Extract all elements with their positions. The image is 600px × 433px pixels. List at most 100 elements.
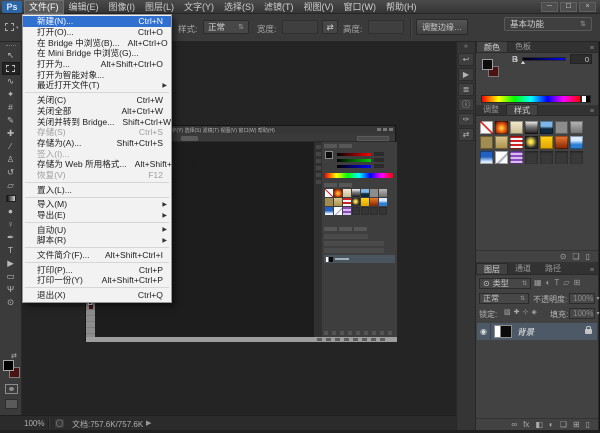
link-layers-icon[interactable]: ∞ bbox=[511, 421, 517, 429]
yellow-on-black[interactable] bbox=[525, 136, 538, 149]
khaki[interactable] bbox=[480, 136, 493, 149]
blue-white[interactable] bbox=[570, 136, 583, 149]
spectrum-bw-end[interactable] bbox=[581, 95, 591, 103]
滤镜(T)[interactable]: 滤镜(T) bbox=[259, 0, 299, 14]
置入(L)...[interactable]: 置入(L)... ▶ bbox=[23, 184, 171, 195]
layer-mask-icon[interactable]: ◧ bbox=[535, 421, 543, 429]
layer-thumbnail[interactable] bbox=[494, 325, 512, 338]
refine-edge-button[interactable]: 调整边缘… bbox=[416, 19, 468, 35]
layer-group-icon[interactable]: ❏ bbox=[560, 421, 567, 429]
path-selection-tool[interactable]: ▶ bbox=[2, 257, 20, 270]
style-swatch[interactable] bbox=[555, 151, 568, 164]
channel-value[interactable]: 0 bbox=[570, 54, 592, 64]
brush-tool[interactable]: ∕ bbox=[2, 140, 20, 153]
history-brush-tool[interactable]: ↺ bbox=[2, 166, 20, 179]
blue-sky[interactable] bbox=[540, 121, 553, 134]
collapse-dock-icon[interactable]: « bbox=[457, 42, 475, 51]
flat-gray[interactable] bbox=[555, 121, 568, 134]
tab-color[interactable]: 颜色 bbox=[476, 41, 508, 52]
move-tool[interactable]: ↖ bbox=[2, 49, 20, 62]
status-arrow-icon[interactable]: ▶ bbox=[146, 419, 151, 427]
opacity-input[interactable]: 100% ▾ bbox=[569, 293, 595, 304]
tan-gradient[interactable] bbox=[495, 136, 508, 149]
new-style-icon[interactable]: ❏ bbox=[572, 253, 579, 261]
lock-pixels-icon[interactable]: ✚ bbox=[514, 309, 520, 316]
quick-selection-tool[interactable]: ✦ bbox=[2, 88, 20, 101]
eyedropper-tool[interactable]: ✎ bbox=[2, 114, 20, 127]
properties-panel-icon[interactable]: ≣ bbox=[458, 83, 474, 96]
zoom-tool[interactable]: ⊙ bbox=[2, 296, 20, 309]
窗口(W)[interactable]: 窗口(W) bbox=[339, 0, 382, 14]
style-select[interactable]: 正常 ⇅ bbox=[203, 20, 249, 34]
panel-menu-icon[interactable]: ≡ bbox=[590, 108, 598, 115]
打印一份(Y)[interactable]: 打印一份(Y) Alt+Shift+Ctrl+P ▶ bbox=[23, 275, 171, 286]
panel-menu-icon[interactable]: ≡ bbox=[590, 267, 598, 274]
文件简介(F)...[interactable]: 文件简介(F)... Alt+Shift+Ctrl+I ▶ bbox=[23, 250, 171, 261]
type-tool[interactable]: T bbox=[2, 244, 20, 257]
brush-panel-icon[interactable]: ✑ bbox=[458, 113, 474, 126]
orange-texture[interactable] bbox=[555, 136, 568, 149]
blur-tool[interactable]: ● bbox=[2, 205, 20, 218]
color-spectrum-ramp[interactable] bbox=[481, 95, 581, 103]
导出(E)[interactable]: 导出(E) ▶ bbox=[23, 210, 171, 221]
none[interactable] bbox=[480, 121, 493, 134]
编辑(E)[interactable]: 编辑(E) bbox=[64, 0, 104, 14]
new-layer-icon[interactable]: ⊞ bbox=[573, 421, 580, 429]
tab-styles[interactable]: 样式 bbox=[506, 104, 538, 115]
white-diagonal[interactable] bbox=[495, 151, 508, 164]
slider-marker-icon[interactable] bbox=[521, 61, 525, 64]
tab-swatches[interactable]: 色板 bbox=[508, 41, 538, 52]
文字(Y)[interactable]: 文字(Y) bbox=[179, 0, 219, 14]
layer-effects-icon[interactable]: fx bbox=[523, 421, 529, 429]
lasso-tool[interactable]: ∿ bbox=[2, 75, 20, 88]
red-stripes[interactable] bbox=[510, 136, 523, 149]
delete-style-icon[interactable]: ▯ bbox=[586, 253, 590, 261]
screen-mode-button[interactable] bbox=[5, 399, 18, 409]
文件(F)[interactable]: 文件(F) bbox=[24, 0, 64, 14]
视图(V)[interactable]: 视图(V) bbox=[299, 0, 339, 14]
height-input[interactable] bbox=[368, 20, 404, 34]
style-swatch[interactable] bbox=[570, 151, 583, 164]
layer-row-background[interactable]: ◉ 背景 bbox=[477, 323, 597, 340]
clear-style-icon[interactable]: ⊙ bbox=[560, 253, 567, 261]
history-panel-icon[interactable]: ↩ bbox=[458, 53, 474, 66]
图层(L)[interactable]: 图层(L) bbox=[140, 0, 179, 14]
gray-bevel[interactable] bbox=[570, 121, 583, 134]
tab-channels[interactable]: 通道 bbox=[508, 263, 538, 274]
脚本(R)[interactable]: 脚本(R) ▶ bbox=[23, 235, 171, 246]
toolbar-grip[interactable] bbox=[6, 45, 16, 47]
actions-panel-icon[interactable]: ▶ bbox=[458, 68, 474, 81]
swap-colors-icon[interactable]: ⇄ bbox=[11, 352, 17, 360]
dark-gradient[interactable] bbox=[525, 121, 538, 134]
orange-glow[interactable] bbox=[495, 121, 508, 134]
filter-type-icon[interactable]: T bbox=[554, 279, 559, 287]
tab-paths[interactable]: 路径 bbox=[538, 263, 568, 274]
workspace-switcher[interactable]: 基本功能 ⇅ bbox=[504, 17, 592, 31]
选择(S)[interactable]: 选择(S) bbox=[219, 0, 259, 14]
close-button[interactable]: × bbox=[579, 2, 596, 12]
minimize-button[interactable]: ─ bbox=[541, 2, 558, 12]
tab-layers[interactable]: 图层 bbox=[476, 263, 508, 274]
filter-shape-icon[interactable]: ▱ bbox=[563, 279, 569, 287]
style-swatch[interactable] bbox=[525, 151, 538, 164]
yellow[interactable] bbox=[540, 136, 553, 149]
blue-horizon[interactable] bbox=[480, 151, 493, 164]
帮助(H)[interactable]: 帮助(H) bbox=[381, 0, 422, 14]
adjustment-layer-icon[interactable]: ◐ bbox=[549, 421, 554, 429]
tab-adjustments[interactable]: 调整 bbox=[476, 104, 506, 115]
clone-stamp-tool[interactable]: ♙ bbox=[2, 153, 20, 166]
width-input[interactable] bbox=[282, 20, 318, 34]
tool-presets-panel-icon[interactable]: ⇄ bbox=[458, 128, 474, 141]
lock-all-icon[interactable]: ◈ bbox=[531, 309, 536, 316]
beige-bevel[interactable] bbox=[510, 121, 523, 134]
pen-tool[interactable]: ✒ bbox=[2, 231, 20, 244]
zoom-level[interactable]: 100% bbox=[24, 419, 44, 428]
rectangular-marquee-tool[interactable] bbox=[2, 62, 20, 75]
layer-filter-select[interactable]: ⊙ 类型 ⇅ bbox=[479, 278, 531, 289]
filter-adjustment-icon[interactable]: ◐ bbox=[546, 279, 551, 287]
info-panel-icon[interactable]: ⓘ bbox=[458, 98, 474, 111]
最近打开文件(T)[interactable]: 最近打开文件(T) ▶ bbox=[23, 80, 171, 91]
layer-visibility-toggle[interactable]: ◉ bbox=[477, 323, 491, 340]
style-swatch[interactable] bbox=[540, 151, 553, 164]
退出(X)[interactable]: 退出(X) Ctrl+Q ▶ bbox=[23, 290, 171, 301]
